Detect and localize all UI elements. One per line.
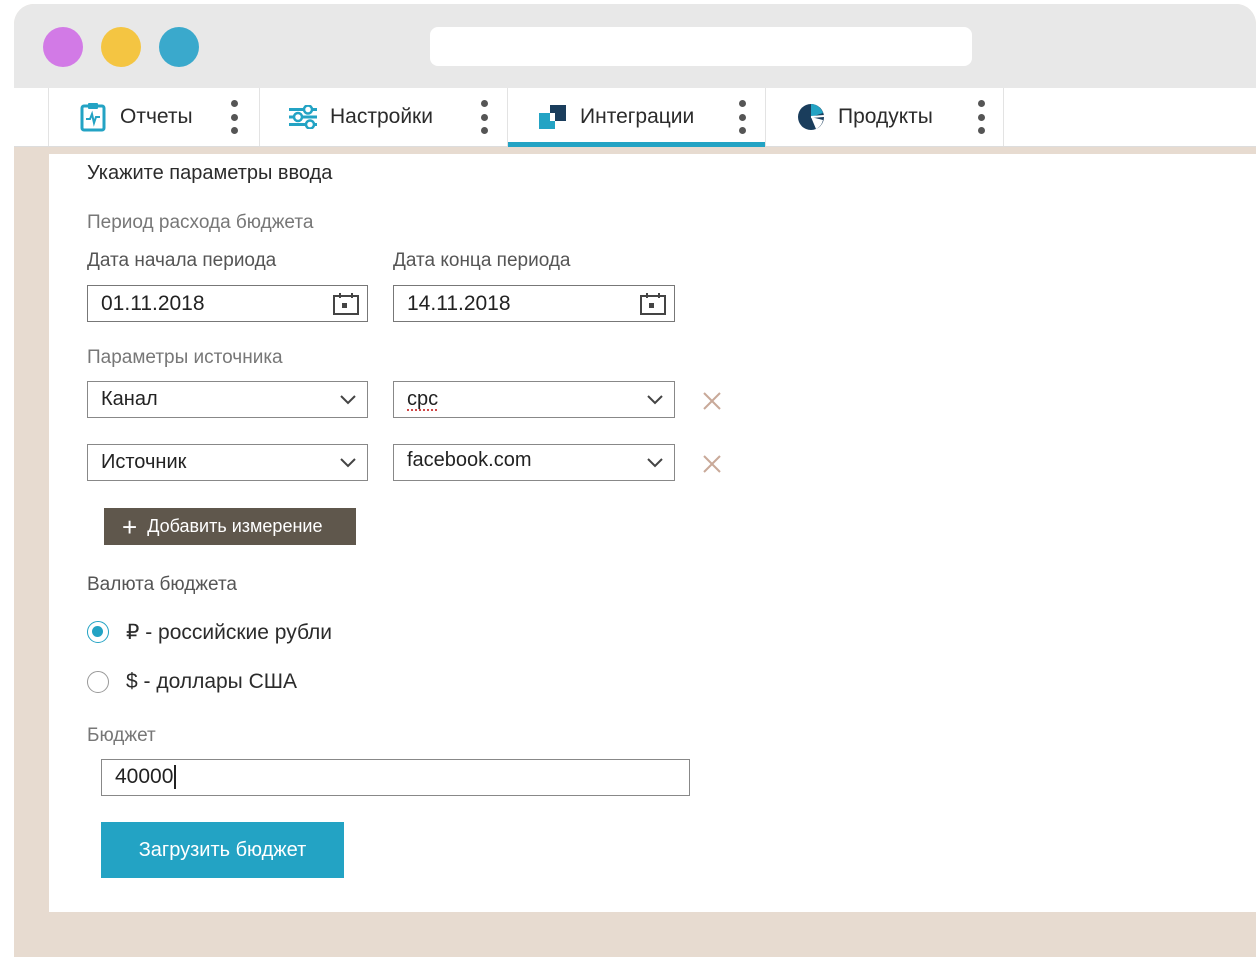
chevron-down-icon — [340, 395, 356, 405]
currency-option-label: $ - доллары США — [126, 670, 298, 693]
pie-chart-icon — [796, 102, 826, 132]
calendar-icon[interactable] — [639, 292, 667, 316]
end-date-value: 14.11.2018 — [407, 292, 511, 315]
add-dimension-label: Добавить измерение — [147, 516, 323, 536]
clipboard-chart-icon — [78, 102, 108, 132]
chevron-down-icon — [340, 458, 356, 468]
period-section-label: Период расхода бюджета — [87, 212, 314, 233]
form-title: Укажите параметры ввода — [87, 162, 333, 184]
integration-squares-icon — [538, 102, 568, 132]
close-window-button[interactable] — [43, 27, 83, 67]
address-bar[interactable] — [430, 27, 972, 66]
text-caret — [174, 765, 176, 790]
more-vertical-icon[interactable] — [229, 100, 239, 134]
currency-radio-usd[interactable] — [87, 671, 109, 693]
value-select-value: cpc — [407, 388, 439, 410]
tab-bar: Отчеты Настройки Интеграции Продукты — [14, 88, 1256, 147]
add-dimension-button[interactable]: + Добавить измерение — [104, 508, 356, 545]
maximize-window-button[interactable] — [159, 27, 199, 67]
chevron-down-icon — [647, 458, 663, 468]
budget-label: Бюджет — [87, 725, 156, 746]
dimension-select-value: Источник — [101, 451, 187, 473]
source-section-label: Параметры источника — [87, 347, 283, 368]
title-bar — [14, 4, 1256, 88]
tab-products[interactable]: Продукты — [766, 88, 1004, 146]
start-date-value: 01.11.2018 — [101, 292, 205, 315]
tab-label: Интеграции — [580, 105, 695, 128]
tab-label: Продукты — [838, 105, 933, 128]
end-date-label: Дата конца периода — [393, 250, 571, 271]
currency-option-label: ₽ - российские рубли — [126, 621, 333, 644]
value-select-1[interactable]: cpc — [393, 381, 675, 418]
currency-section-label: Валюта бюджета — [87, 574, 237, 595]
dimension-select-value: Канал — [101, 388, 158, 410]
end-date-input[interactable]: 14.11.2018 — [393, 285, 675, 322]
chevron-down-icon — [647, 395, 663, 405]
tab-label: Настройки — [330, 105, 433, 128]
remove-row-icon[interactable] — [700, 452, 724, 476]
tab-integrations[interactable]: Интеграции — [508, 88, 766, 147]
remove-row-icon[interactable] — [700, 389, 724, 413]
sliders-icon — [288, 102, 318, 132]
dimension-select-1[interactable]: Канал — [87, 381, 368, 418]
currency-radio-rub[interactable] — [87, 621, 109, 643]
budget-input[interactable]: 40000 — [101, 759, 690, 796]
tab-label: Отчеты — [120, 105, 193, 128]
dimension-select-2[interactable]: Источник — [87, 444, 368, 481]
tab-settings[interactable]: Настройки — [260, 88, 508, 146]
form-panel: Укажите параметры ввода Период расхода б… — [49, 154, 1256, 912]
value-select-2[interactable]: facebook.com — [393, 444, 675, 481]
budget-value: 40000 — [115, 765, 176, 790]
value-select-value: facebook.com — [407, 449, 532, 471]
upload-budget-button[interactable]: Загрузить бюджет — [101, 822, 344, 878]
tab-reports[interactable]: Отчеты — [49, 88, 260, 146]
minimize-window-button[interactable] — [101, 27, 141, 67]
start-date-label: Дата начала периода — [87, 250, 277, 271]
calendar-icon[interactable] — [332, 292, 360, 316]
more-vertical-icon[interactable] — [737, 100, 747, 134]
browser-window: Отчеты Настройки Интеграции Продукты Ука… — [14, 4, 1256, 957]
more-vertical-icon[interactable] — [479, 100, 489, 134]
plus-icon: + — [122, 511, 138, 542]
start-date-input[interactable]: 01.11.2018 — [87, 285, 368, 322]
more-vertical-icon[interactable] — [976, 100, 986, 134]
